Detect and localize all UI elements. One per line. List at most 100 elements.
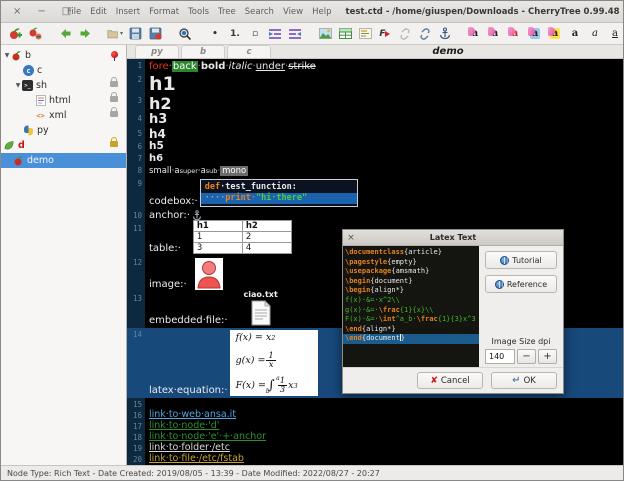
menu-help[interactable]: Help: [312, 7, 331, 17]
embedded-image-person[interactable]: [195, 258, 223, 290]
close-window-icon[interactable]: ×: [13, 6, 21, 17]
todo-list-button[interactable]: ▫: [247, 25, 263, 42]
bold-button[interactable]: a: [567, 25, 583, 42]
tree-node-demo[interactable]: demo: [1, 153, 126, 168]
embedded-file-object[interactable]: ciao.txt: [244, 290, 278, 326]
insert-link-button[interactable]: [397, 25, 413, 42]
numbered-list-button[interactable]: 1.: [227, 25, 243, 42]
text-line[interactable]: 15: [127, 398, 623, 409]
find-button[interactable]: [177, 25, 193, 42]
latex-source-editor[interactable]: \documentclass{article} \pagestyle{empty…: [343, 246, 479, 367]
insert-table-button[interactable]: [337, 25, 353, 42]
web-link[interactable]: link·to·web·ansa.it: [149, 409, 236, 420]
node-anchor-link[interactable]: link·to·node·'e'·+·anchor: [149, 431, 266, 442]
link-line[interactable]: 19link·to·folder·/etc: [127, 442, 623, 453]
expander-icon[interactable]: ▼: [3, 52, 11, 59]
recent-node-tab-py[interactable]: py: [135, 45, 179, 58]
brush-icon: [508, 27, 515, 36]
tutorial-button[interactable]: Tutorial: [485, 251, 557, 269]
cancel-button[interactable]: ✘Cancel: [417, 372, 483, 389]
dpi-value-input[interactable]: 140: [485, 349, 515, 364]
link-line[interactable]: 20link·to·file·/etc/fstab: [127, 453, 623, 464]
globe-icon: [500, 256, 509, 265]
minimize-window-icon[interactable]: −: [37, 6, 45, 17]
ok-button[interactable]: ↵OK: [491, 372, 557, 389]
tree-node-c[interactable]: c c: [1, 63, 126, 78]
new-subnode-button[interactable]: [27, 25, 43, 42]
table-cell[interactable]: 1: [193, 232, 242, 243]
exec-code-button[interactable]: F: [377, 25, 393, 42]
save-as-button[interactable]: [147, 25, 163, 42]
go-forward-button[interactable]: [77, 25, 93, 42]
latex-math: f(x)·&=·x^2\\: [345, 296, 400, 304]
reference-button[interactable]: Reference: [485, 275, 557, 293]
menu-view[interactable]: View: [283, 7, 303, 17]
tree-node-b[interactable]: ▼ b: [1, 48, 126, 63]
codebox-line[interactable]: 9 codebox:· def·test_function: ····print…: [127, 177, 623, 209]
indent-right-button[interactable]: [287, 25, 303, 42]
text-line[interactable]: 7h6: [127, 152, 623, 164]
latex-arg: {align*}: [370, 286, 404, 294]
embedded-table[interactable]: h1h2 12 34: [193, 220, 292, 254]
insert-image-button[interactable]: [317, 25, 333, 42]
indent-left-button[interactable]: [267, 25, 283, 42]
dpi-increase-button[interactable]: +: [538, 349, 557, 364]
dpi-decrease-button[interactable]: −: [517, 349, 536, 364]
text-line[interactable]: 6h5: [127, 140, 623, 152]
node-link[interactable]: link·to·node·'d': [149, 420, 219, 431]
folder-link[interactable]: link·to·folder·/etc: [149, 442, 230, 453]
edit-link-button[interactable]: [417, 25, 433, 42]
new-node-button[interactable]: [7, 25, 23, 42]
text-line[interactable]: 8 small·asuper·asub·mono: [127, 164, 623, 177]
insert-anchor-button[interactable]: [437, 25, 453, 42]
tree-node-d[interactable]: d: [1, 138, 126, 153]
menu-insert[interactable]: Insert: [116, 7, 140, 17]
format-style-yellow-button[interactable]: a: [547, 25, 563, 42]
menu-tree[interactable]: Tree: [218, 7, 236, 17]
menu-format[interactable]: Format: [149, 7, 179, 17]
menu-search[interactable]: Search: [245, 7, 274, 17]
latex-arg: {article}: [404, 248, 442, 256]
link-line[interactable]: 17link·to·node·'d': [127, 420, 623, 431]
file-link[interactable]: link·to·file·/etc/fstab: [149, 453, 244, 464]
c-node-icon: c: [23, 65, 34, 76]
recent-node-tab-c[interactable]: c: [227, 45, 271, 58]
recent-node-tab-b[interactable]: b: [181, 45, 225, 58]
format-color-clear-button[interactable]: a: [507, 25, 523, 42]
table-cell[interactable]: 2: [242, 232, 291, 243]
format-style-blue-button[interactable]: a: [527, 25, 543, 42]
open-file-button[interactable]: ▾: [107, 25, 123, 42]
format-color-background-button[interactable]: a: [487, 25, 503, 42]
codebox-object[interactable]: def·test_function: ····print·"hi·there": [200, 179, 358, 207]
underline-button[interactable]: a: [607, 25, 623, 42]
text-line[interactable]: 1 fore·back·bold·italic·under·strike: [127, 59, 623, 73]
text-line[interactable]: 2h1: [127, 73, 623, 94]
open-caret-icon: ▾: [120, 30, 123, 37]
text-line[interactable]: 3h2: [127, 94, 623, 112]
menu-edit[interactable]: Edit: [90, 7, 106, 17]
link-line[interactable]: 16link·to·web·ansa.it: [127, 409, 623, 420]
table-header-cell[interactable]: h2: [242, 221, 291, 232]
expander-icon[interactable]: ▼: [14, 82, 22, 89]
dialog-title-bar[interactable]: × Latex Text: [343, 230, 563, 246]
tree-node-sh[interactable]: ▼ >_ sh: [1, 78, 126, 93]
go-back-button[interactable]: [57, 25, 73, 42]
table-cell[interactable]: 4: [242, 243, 291, 254]
table-header-cell[interactable]: h1: [193, 221, 242, 232]
tree-node-xml[interactable]: <> xml: [1, 108, 126, 123]
save-button[interactable]: [127, 25, 143, 42]
link-line[interactable]: 18link·to·node·'e'·+·anchor: [127, 431, 623, 442]
tree-node-py[interactable]: py: [1, 123, 126, 138]
menu-file[interactable]: File: [67, 7, 81, 17]
format-color-foreground-button[interactable]: a: [467, 25, 483, 42]
text-line[interactable]: 4h3: [127, 112, 623, 127]
italic-button[interactable]: a: [587, 25, 603, 42]
table-cell[interactable]: 3: [193, 243, 242, 254]
latex-equation-image[interactable]: f(x) = x2 g(x) = 1x F(x) = ∫ab13x3: [230, 330, 318, 396]
insert-codebox-button[interactable]: [357, 25, 373, 42]
tree-node-html[interactable]: html: [1, 93, 126, 108]
bullet-list-button[interactable]: •: [207, 25, 223, 42]
text-line[interactable]: 5h4: [127, 127, 623, 140]
menu-tools[interactable]: Tools: [188, 7, 209, 17]
file-document-icon: [250, 300, 272, 326]
